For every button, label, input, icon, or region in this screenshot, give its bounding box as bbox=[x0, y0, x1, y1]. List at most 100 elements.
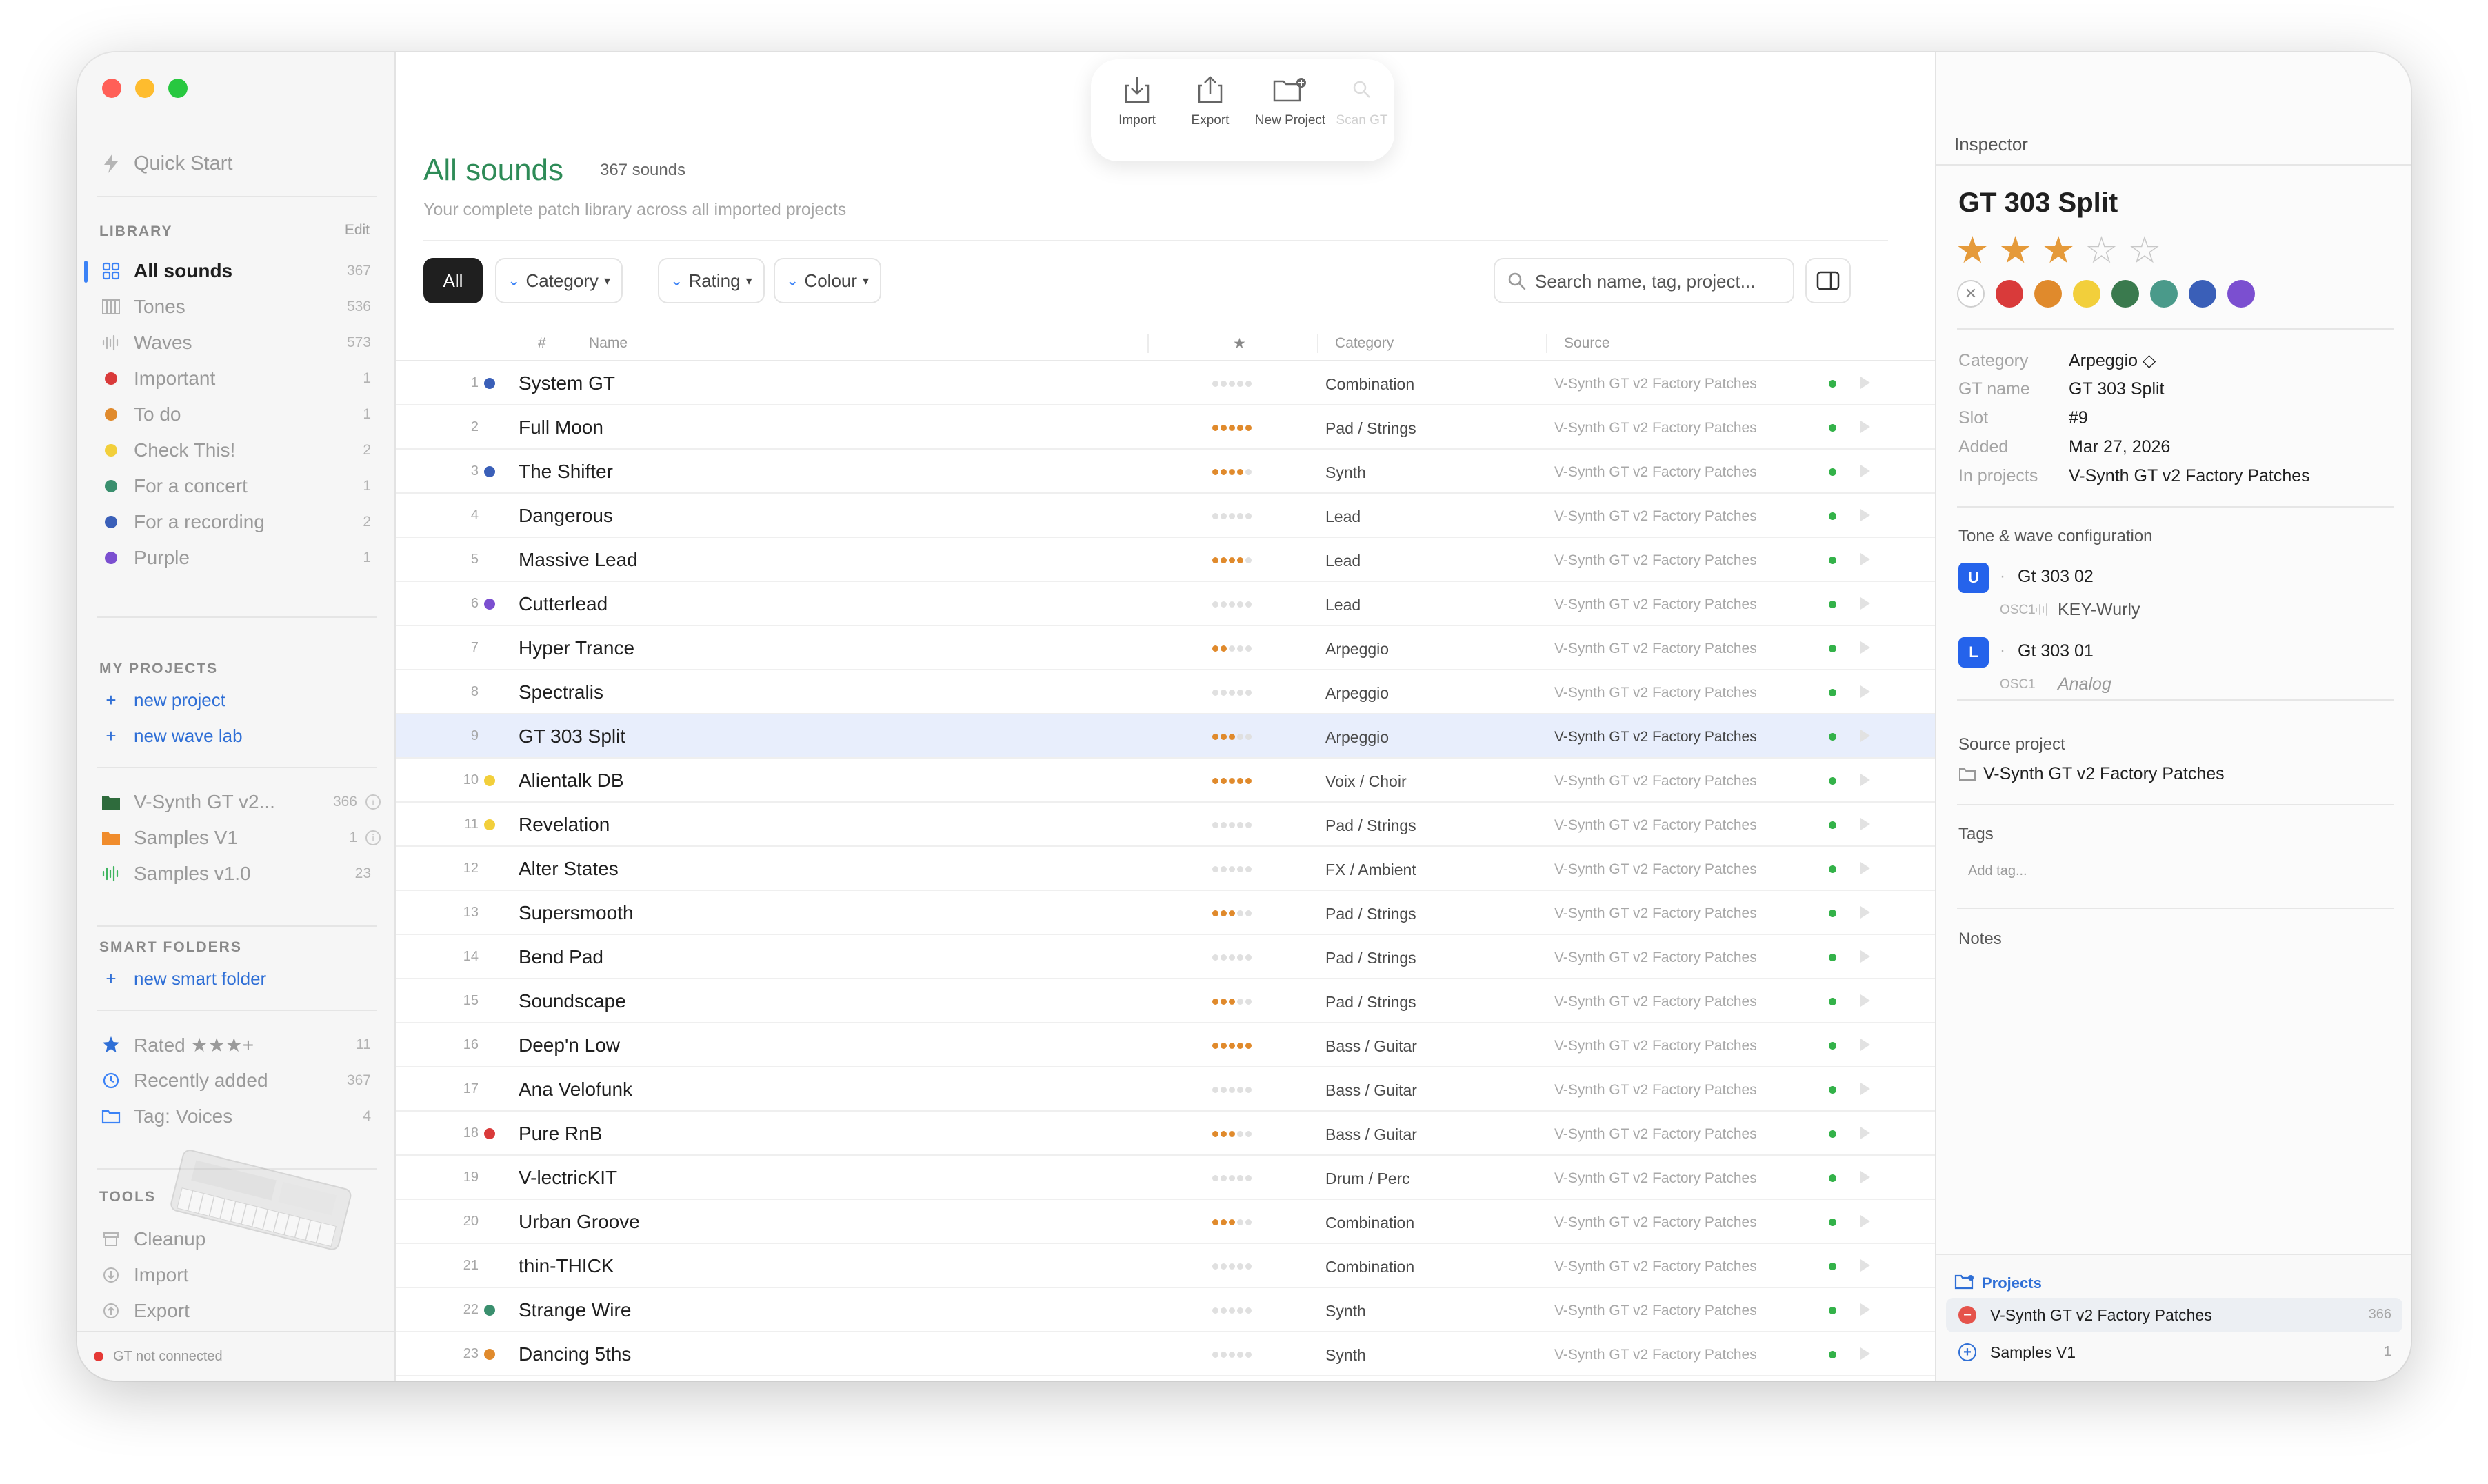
tone-name[interactable]: Gt 303 01 bbox=[2018, 641, 2094, 661]
row-rating[interactable] bbox=[1212, 1352, 1252, 1358]
play-icon[interactable] bbox=[1860, 950, 1870, 963]
table-row[interactable]: 16 Deep'n Low Bass / Guitar V-Synth GT v2 F… bbox=[396, 1023, 1935, 1067]
table-row[interactable]: 4 Dangerous Lead V-Synth GT v2 Factory Patc… bbox=[396, 494, 1935, 538]
table-row[interactable]: 23 Dancing 5ths Synth V-Synth GT v2 Factory… bbox=[396, 1332, 1935, 1376]
row-rating[interactable] bbox=[1212, 557, 1252, 563]
table-row[interactable]: 11 Revelation Pad / Strings V-Synth GT v2 F… bbox=[396, 803, 1935, 847]
info-icon[interactable]: i bbox=[365, 830, 381, 845]
play-icon[interactable] bbox=[1860, 1347, 1870, 1360]
colour-swatch[interactable] bbox=[2073, 280, 2100, 308]
table-row[interactable]: 8 Spectralis Arpeggio V-Synth GT v2 Factory… bbox=[396, 670, 1935, 714]
tone-name[interactable]: Gt 303 02 bbox=[2018, 567, 2094, 587]
play-icon[interactable] bbox=[1860, 774, 1870, 786]
row-rating[interactable] bbox=[1212, 822, 1252, 828]
row-rating[interactable] bbox=[1212, 734, 1252, 740]
row-rating[interactable] bbox=[1212, 1087, 1252, 1093]
library-item[interactable]: Waves 573 bbox=[77, 325, 396, 360]
tool-item[interactable]: Cleanup bbox=[77, 1222, 396, 1256]
play-icon[interactable] bbox=[1860, 1171, 1870, 1183]
row-rating[interactable] bbox=[1212, 425, 1252, 431]
column-header-category[interactable]: Category bbox=[1335, 335, 1394, 352]
filter-all-button[interactable]: All bbox=[423, 258, 483, 303]
play-icon[interactable] bbox=[1860, 641, 1870, 654]
project-membership-row[interactable]: + Samples V1 1 bbox=[1946, 1335, 2402, 1370]
play-icon[interactable] bbox=[1860, 597, 1870, 610]
colour-swatch[interactable] bbox=[2227, 280, 2255, 308]
add-icon[interactable]: + bbox=[1958, 1343, 1976, 1361]
play-icon[interactable] bbox=[1860, 1083, 1870, 1095]
play-icon[interactable] bbox=[1860, 1303, 1870, 1316]
remove-icon[interactable]: − bbox=[1958, 1306, 1976, 1324]
project-item[interactable]: V-Synth GT v2... 366 i bbox=[77, 785, 396, 819]
colour-swatch[interactable] bbox=[2189, 280, 2216, 308]
row-rating[interactable] bbox=[1212, 513, 1252, 519]
info-icon[interactable]: i bbox=[365, 794, 381, 810]
table-row[interactable]: 3 The Shifter Synth V-Synth GT v2 Factory P… bbox=[396, 450, 1935, 494]
table-row[interactable]: 17 Ana Velofunk Bass / Guitar V-Synth GT v2… bbox=[396, 1067, 1935, 1112]
field-value[interactable]: Arpeggio ◇ bbox=[2069, 351, 2156, 370]
minimize-window-button[interactable] bbox=[135, 79, 154, 98]
project-item[interactable]: Samples v1.0 23 bbox=[77, 856, 396, 891]
play-icon[interactable] bbox=[1860, 994, 1870, 1007]
row-rating[interactable] bbox=[1212, 1219, 1252, 1225]
row-rating[interactable] bbox=[1212, 1263, 1252, 1270]
category-filter[interactable]: ⌄ Category ▾ bbox=[495, 258, 623, 303]
source-project[interactable]: V-Synth GT v2 Factory Patches bbox=[1958, 764, 2225, 784]
play-icon[interactable] bbox=[1860, 818, 1870, 830]
library-edit-button[interactable]: Edit bbox=[345, 222, 370, 239]
tool-item[interactable]: Import bbox=[77, 1258, 396, 1292]
table-row[interactable]: 22 Strange Wire Synth V-Synth GT v2 Factory… bbox=[396, 1288, 1935, 1332]
play-icon[interactable] bbox=[1860, 906, 1870, 919]
column-header-number[interactable]: # bbox=[538, 335, 546, 352]
table-row[interactable]: 12 Alter States FX / Ambient V-Synth GT v2 … bbox=[396, 847, 1935, 891]
star-icon[interactable]: ★ bbox=[1998, 232, 2031, 269]
rating-stars[interactable]: ★ ★ ★ ☆ ☆ bbox=[1956, 232, 2161, 269]
colour-filter[interactable]: ⌄ Colour ▾ bbox=[774, 258, 882, 303]
colour-swatch[interactable] bbox=[2034, 280, 2062, 308]
table-row[interactable]: 9 GT 303 Split Arpeggio V-Synth GT v2 Facto… bbox=[396, 714, 1935, 759]
column-header-source[interactable]: Source bbox=[1564, 335, 1610, 352]
row-rating[interactable] bbox=[1212, 1043, 1252, 1049]
close-window-button[interactable] bbox=[102, 79, 121, 98]
project-membership-row[interactable]: − V-Synth GT v2 Factory Patches 366 bbox=[1946, 1298, 2402, 1332]
zoom-window-button[interactable] bbox=[168, 79, 188, 98]
new-smart-folder-link[interactable]: + new smart folder bbox=[77, 961, 396, 996]
play-icon[interactable] bbox=[1860, 1127, 1870, 1139]
new-project-button[interactable]: New Project bbox=[1252, 72, 1328, 128]
colour-swatch[interactable] bbox=[1996, 280, 2023, 308]
project-item[interactable]: Samples V1 1 i bbox=[77, 821, 396, 855]
row-rating[interactable] bbox=[1212, 910, 1252, 916]
column-header-name[interactable]: Name bbox=[589, 335, 628, 352]
library-item[interactable]: Tones 536 bbox=[77, 290, 396, 324]
play-icon[interactable] bbox=[1860, 509, 1870, 521]
smart-folder-item[interactable]: Rated ★★★+ 11 bbox=[77, 1027, 396, 1062]
play-icon[interactable] bbox=[1860, 1259, 1870, 1272]
tone-wave[interactable]: KEY-Wurly bbox=[2036, 600, 2140, 620]
import-button[interactable]: Import bbox=[1099, 72, 1175, 128]
table-row[interactable]: 10 Alientalk DB Voix / Choir V-Synth GT v2 … bbox=[396, 759, 1935, 803]
library-item[interactable]: Purple 1 bbox=[77, 541, 396, 575]
table-row[interactable]: 5 Massive Lead Lead V-Synth GT v2 Factory P… bbox=[396, 538, 1935, 582]
row-rating[interactable] bbox=[1212, 1131, 1252, 1137]
star-icon[interactable]: ★ bbox=[1956, 232, 1989, 269]
table-row[interactable]: 1 System GT Combination V-Synth GT v2 Facto… bbox=[396, 361, 1935, 405]
row-rating[interactable] bbox=[1212, 1307, 1252, 1314]
new-project-link[interactable]: + new project bbox=[77, 683, 396, 717]
table-row[interactable]: 21 thin-THICK Combination V-Synth GT v2 Fac… bbox=[396, 1244, 1935, 1288]
play-icon[interactable] bbox=[1860, 1215, 1870, 1227]
table-row[interactable]: 13 Supersmooth Pad / Strings V-Synth GT v2 … bbox=[396, 891, 1935, 935]
search-field[interactable] bbox=[1494, 258, 1794, 303]
tone-wave[interactable]: Analog bbox=[2058, 674, 2111, 694]
play-icon[interactable] bbox=[1860, 685, 1870, 698]
row-rating[interactable] bbox=[1212, 954, 1252, 961]
table-row[interactable]: 20 Urban Groove Combination V-Synth GT v2 F… bbox=[396, 1200, 1935, 1244]
library-item[interactable]: For a recording 2 bbox=[77, 505, 396, 539]
table-row[interactable]: 18 Pure RnB Bass / Guitar V-Synth GT v2 Fac… bbox=[396, 1112, 1935, 1156]
play-icon[interactable] bbox=[1860, 377, 1870, 389]
row-rating[interactable] bbox=[1212, 1175, 1252, 1181]
column-header-rating[interactable]: ★ bbox=[1233, 335, 1246, 352]
row-rating[interactable] bbox=[1212, 866, 1252, 872]
row-rating[interactable] bbox=[1212, 999, 1252, 1005]
scan-gt-button[interactable]: Scan GT bbox=[1324, 72, 1400, 128]
play-icon[interactable] bbox=[1860, 465, 1870, 477]
